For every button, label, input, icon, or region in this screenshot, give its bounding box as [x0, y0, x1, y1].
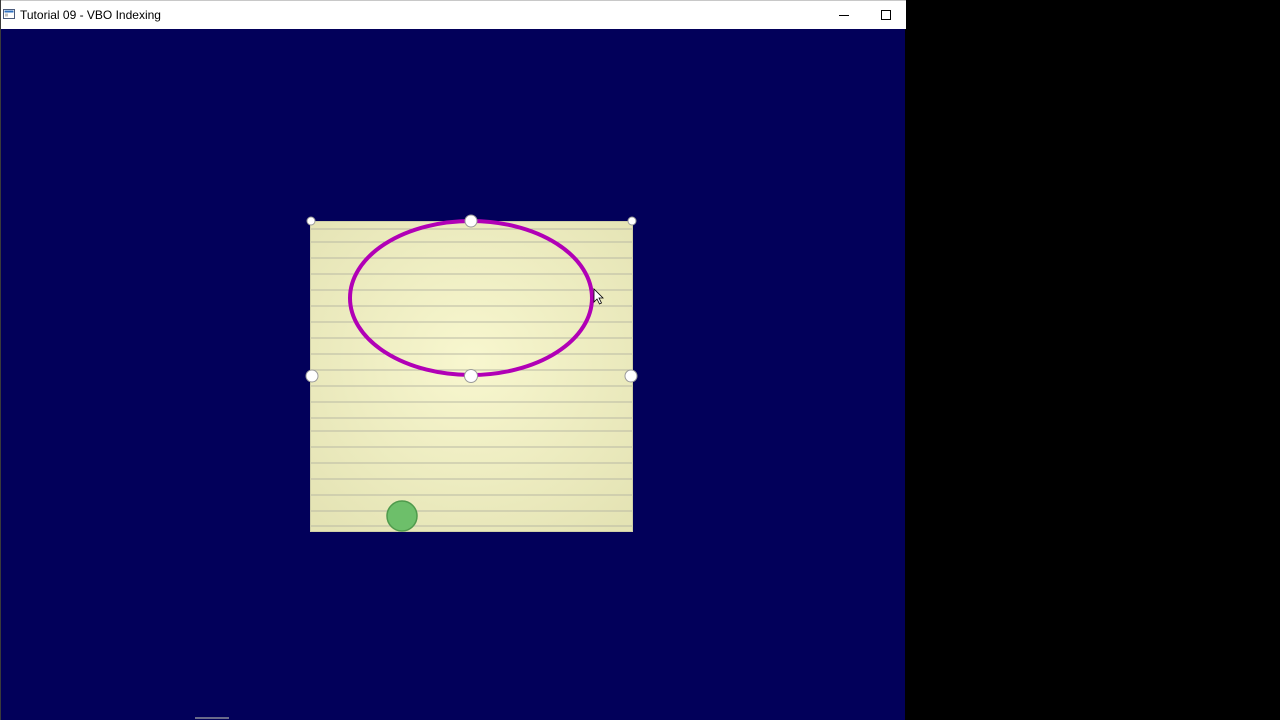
green-dot[interactable] [386, 500, 418, 532]
opengl-app-icon [3, 9, 15, 19]
minimize-button[interactable] [823, 1, 865, 29]
taskbar-hint [195, 717, 229, 719]
screen: Tutorial 09 - VBO Indexing [0, 0, 1280, 720]
title-bar[interactable]: Tutorial 09 - VBO Indexing [1, 0, 906, 29]
handle-top-left [306, 216, 316, 226]
rendered-scene [305, 214, 638, 532]
handle-top-center [464, 214, 478, 228]
maximize-icon [881, 10, 891, 20]
handle-middle-right [624, 369, 638, 383]
opengl-viewport[interactable] [2, 29, 905, 720]
handle-top-right [627, 216, 637, 226]
maximize-button[interactable] [865, 1, 907, 29]
handle-bottom-center [464, 369, 478, 383]
app-window: Tutorial 09 - VBO Indexing [0, 0, 906, 720]
window-title: Tutorial 09 - VBO Indexing [20, 8, 161, 22]
minimize-icon [839, 15, 849, 16]
handle-middle-left [305, 369, 319, 383]
